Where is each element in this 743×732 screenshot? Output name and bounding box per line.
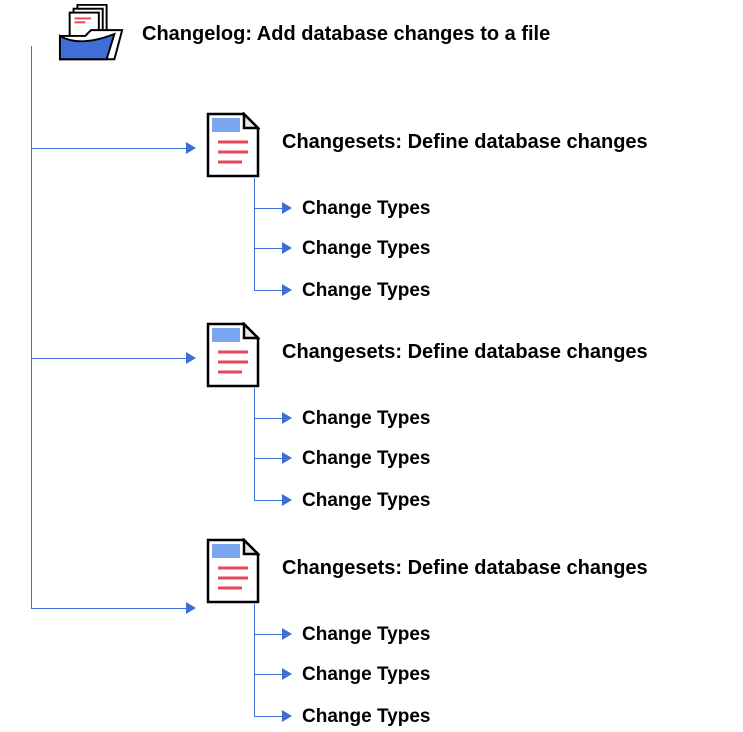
- leaf-line: [254, 248, 282, 249]
- arrow-icon: [186, 142, 196, 154]
- change-type-label: Change Types: [302, 664, 430, 686]
- arrow-icon: [186, 352, 196, 364]
- leaf-line: [254, 208, 282, 209]
- sub-trunk-1: [254, 178, 256, 290]
- arrow-icon: [282, 412, 292, 424]
- change-type-node: Change Types: [302, 490, 430, 512]
- leaf-line: [254, 674, 282, 675]
- leaf-line: [254, 418, 282, 419]
- change-type-node: Change Types: [302, 664, 430, 686]
- arrow-icon: [282, 452, 292, 464]
- arrow-icon: [282, 202, 292, 214]
- changeset-label-2: Changesets: Define database changes: [282, 322, 648, 364]
- change-type-node: Change Types: [302, 280, 430, 302]
- leaf-line: [254, 458, 282, 459]
- trunk-line: [31, 46, 33, 608]
- changeset-node-3: Changesets: Define database changes: [198, 538, 648, 604]
- changelog-folder-icon: [58, 4, 128, 64]
- change-type-node: Change Types: [302, 706, 430, 728]
- arrow-icon: [282, 284, 292, 296]
- change-type-node: Change Types: [302, 198, 430, 220]
- root-label: Changelog: Add database changes to a fil…: [142, 4, 550, 46]
- changeset-label-1: Changesets: Define database changes: [282, 112, 648, 154]
- change-type-label: Change Types: [302, 238, 430, 260]
- diagram-canvas: Changelog: Add database changes to a fil…: [0, 0, 743, 732]
- change-type-label: Change Types: [302, 490, 430, 512]
- leaf-line: [254, 716, 282, 717]
- sub-trunk-2: [254, 388, 256, 500]
- change-type-node: Change Types: [302, 448, 430, 470]
- leaf-line: [254, 290, 282, 291]
- arrow-icon: [282, 242, 292, 254]
- leaf-line: [254, 500, 282, 501]
- change-type-node: Change Types: [302, 238, 430, 260]
- arrow-icon: [282, 494, 292, 506]
- document-icon: [198, 538, 268, 604]
- branch-line-3: [31, 608, 186, 609]
- document-icon: [198, 322, 268, 388]
- branch-line-1: [31, 148, 186, 149]
- changeset-label-3: Changesets: Define database changes: [282, 538, 648, 580]
- change-type-label: Change Types: [302, 408, 430, 430]
- leaf-line: [254, 634, 282, 635]
- arrow-icon: [186, 602, 196, 614]
- changeset-node-2: Changesets: Define database changes: [198, 322, 648, 388]
- document-icon: [198, 112, 268, 178]
- branch-line-2: [31, 358, 186, 359]
- change-type-label: Change Types: [302, 448, 430, 470]
- change-type-label: Change Types: [302, 198, 430, 220]
- arrow-icon: [282, 710, 292, 722]
- sub-trunk-3: [254, 604, 256, 716]
- changeset-node-1: Changesets: Define database changes: [198, 112, 648, 178]
- change-type-label: Change Types: [302, 280, 430, 302]
- arrow-icon: [282, 668, 292, 680]
- change-type-node: Change Types: [302, 624, 430, 646]
- change-type-label: Change Types: [302, 624, 430, 646]
- arrow-icon: [282, 628, 292, 640]
- change-type-label: Change Types: [302, 706, 430, 728]
- change-type-node: Change Types: [302, 408, 430, 430]
- root-node: Changelog: Add database changes to a fil…: [58, 4, 550, 64]
